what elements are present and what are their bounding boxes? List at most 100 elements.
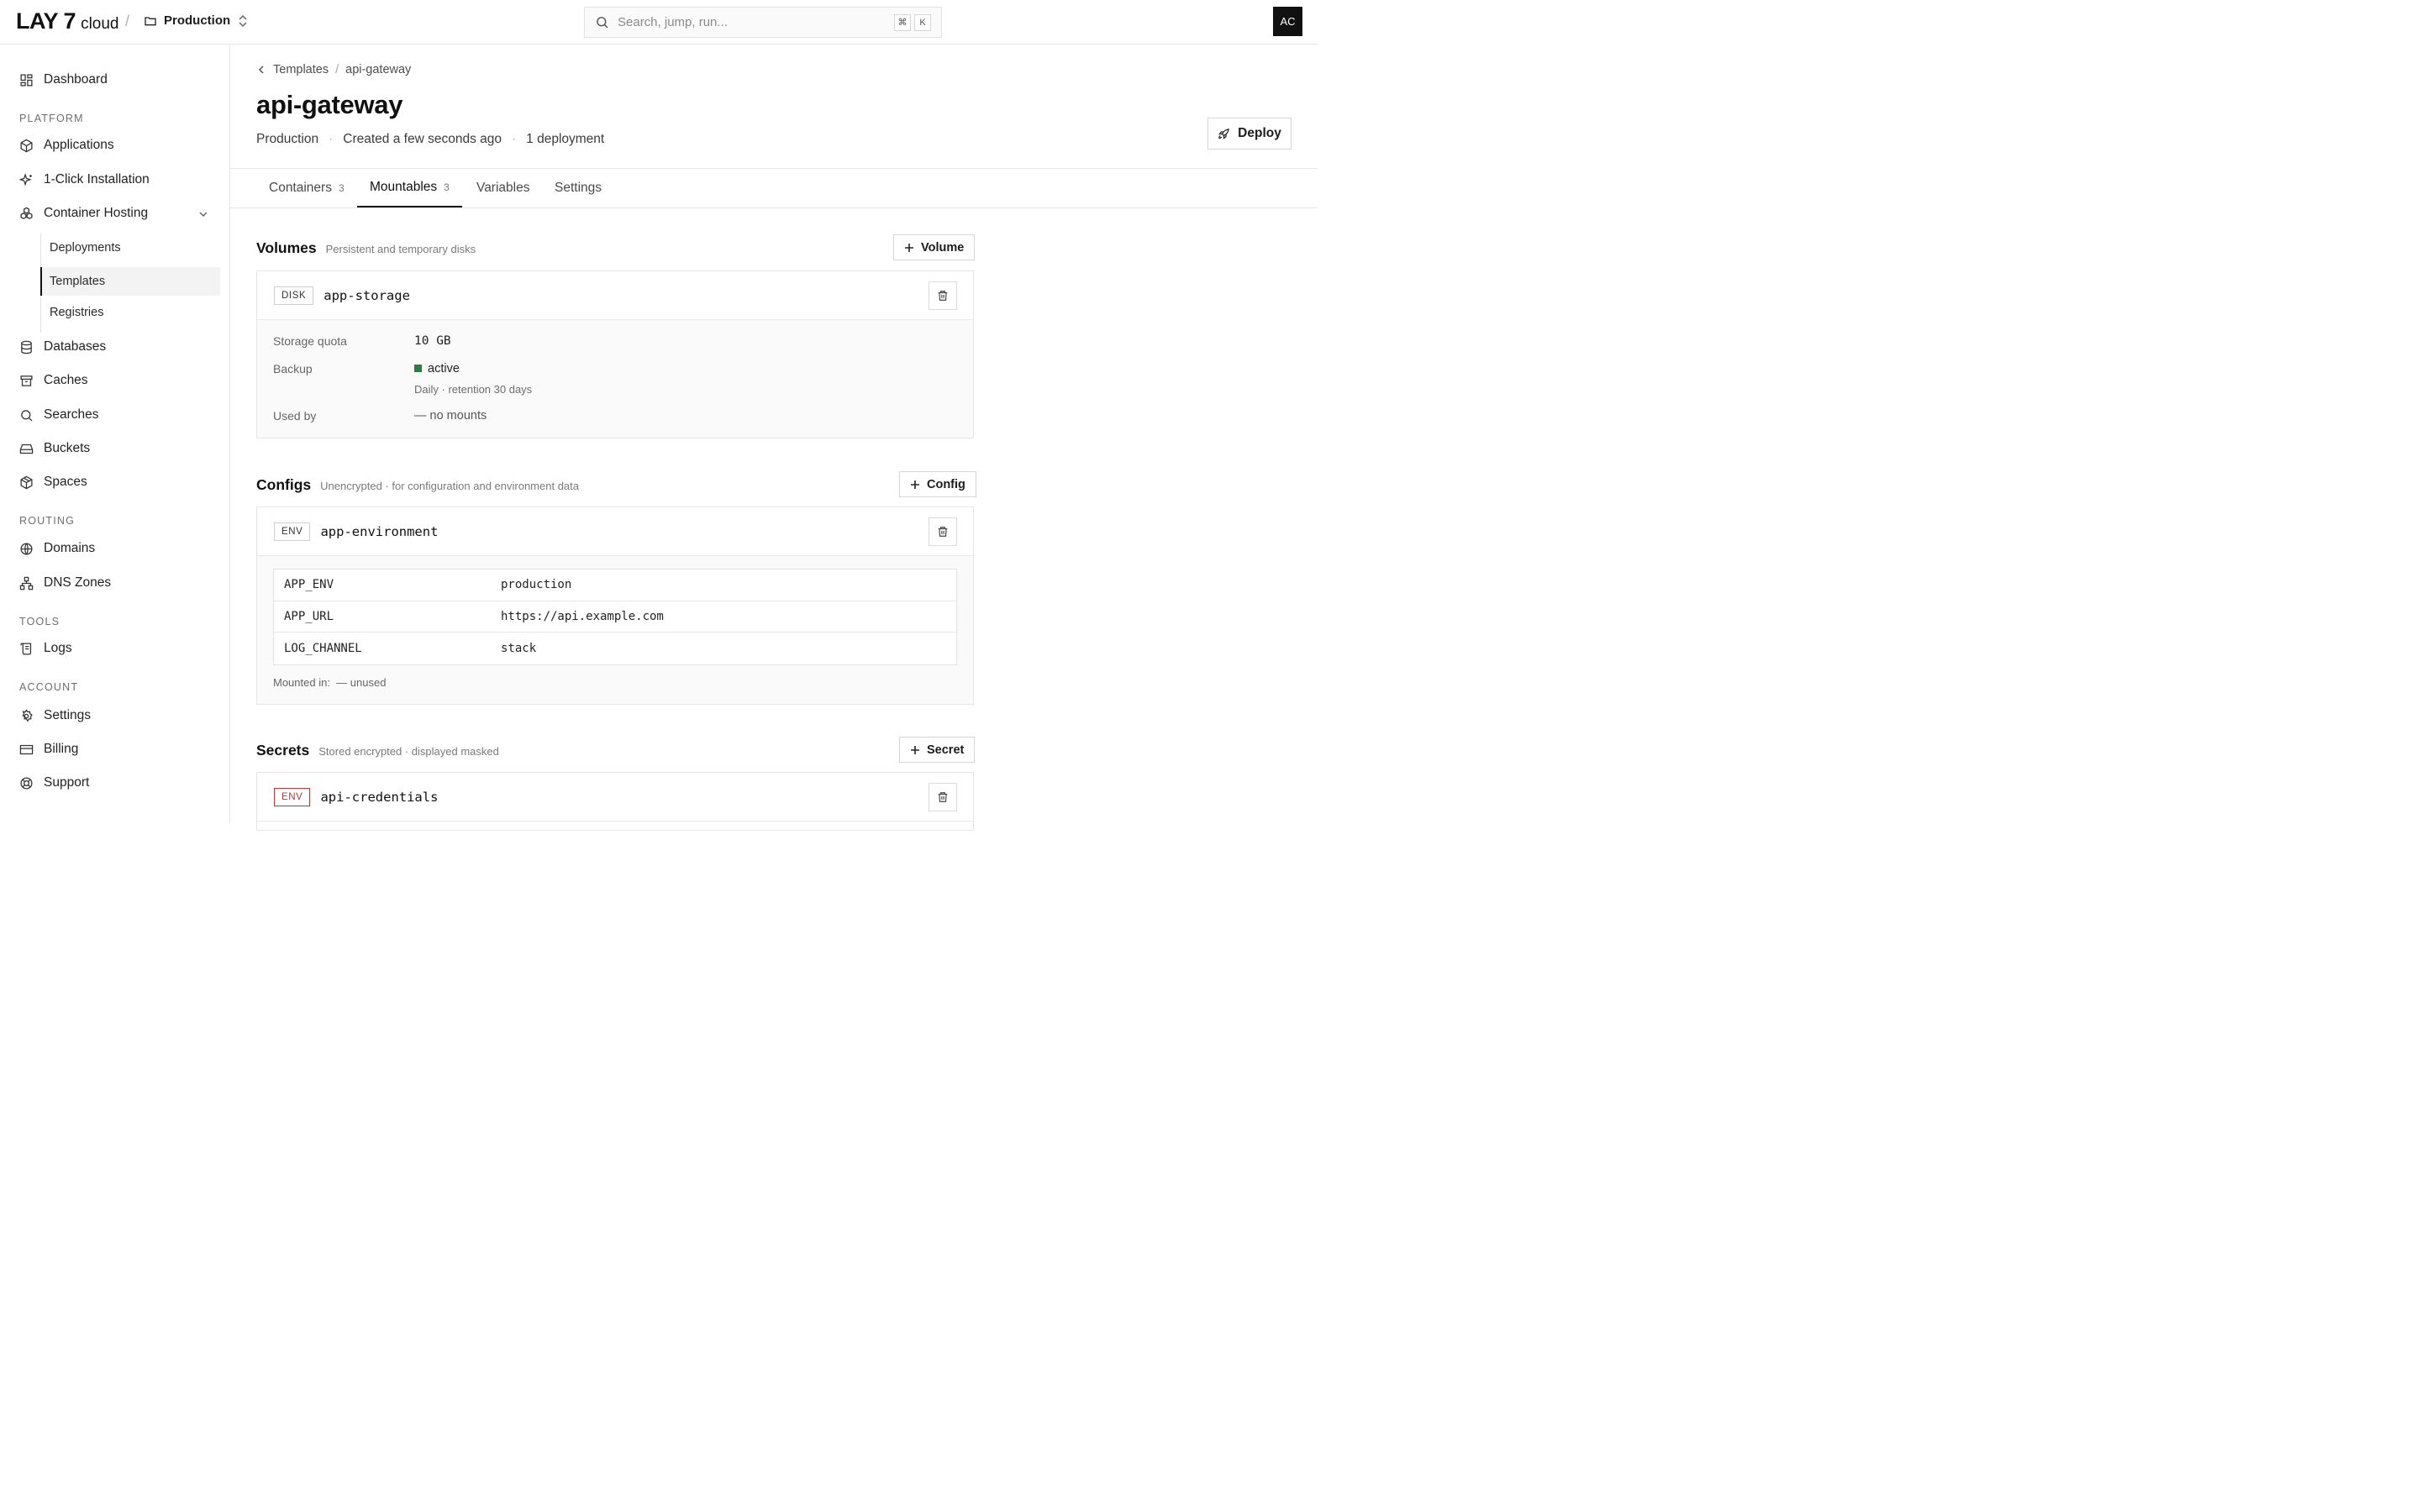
chevron-down-icon[interactable]: [198, 209, 208, 219]
sidebar-item-label: Applications: [44, 138, 114, 152]
delete-config-button[interactable]: [929, 517, 957, 546]
sidebar-item-dashboard[interactable]: Dashboard: [19, 72, 108, 87]
usedby-value: — no mounts: [414, 409, 487, 423]
configs-header: Configs Unencrypted · for configuration …: [256, 476, 579, 494]
section-title: Volumes: [256, 239, 317, 256]
config-card: ENV app-environment APP_ENV production A…: [256, 507, 974, 705]
trash-icon: [937, 526, 949, 538]
backup-status: active: [414, 362, 460, 375]
add-label: Volume: [921, 240, 965, 255]
sidebar-item-settings[interactable]: Settings: [19, 708, 91, 723]
sidebar-item-label: Dashboard: [44, 72, 108, 87]
logo-brand: LAY 7: [16, 8, 76, 34]
sidebar-item-label: Databases: [44, 339, 107, 354]
card-body: Storage quota 10 GB Backup active Daily …: [257, 320, 973, 438]
sidebar-subitem-templates[interactable]: Templates: [40, 267, 220, 296]
project-name: Production: [164, 13, 231, 28]
section-label-account: ACCOUNT: [19, 681, 79, 693]
section-title: Secrets: [256, 742, 310, 759]
rocket-icon: [1218, 128, 1230, 140]
deploy-button[interactable]: Deploy: [1207, 118, 1292, 150]
tab-settings[interactable]: Settings: [542, 169, 614, 207]
main-content: Templates / api-gateway api-gateway Prod…: [230, 45, 1318, 831]
sidebar-item-one-click[interactable]: 1-Click Installation: [19, 172, 150, 187]
add-label: Secret: [927, 743, 965, 757]
dashboard-icon: [19, 73, 34, 87]
avatar[interactable]: AC: [1273, 7, 1302, 36]
page-meta: Production · Created a few seconds ago ·…: [256, 132, 604, 147]
sidebar-item-caches[interactable]: Caches: [19, 373, 88, 388]
sidebar-item-container-hosting[interactable]: Container Hosting: [19, 206, 148, 221]
archive-icon: [19, 374, 34, 388]
life-buoy-icon: [19, 776, 34, 790]
sidebar-item-label: 1-Click Installation: [44, 172, 150, 186]
meta-deployments: 1 deployment: [526, 132, 605, 146]
section-label-tools: TOOLS: [19, 616, 60, 627]
sidebar-item-applications[interactable]: Applications: [19, 138, 114, 153]
sidebar-item-label: Buckets: [44, 441, 91, 455]
package-icon: [19, 475, 34, 490]
sidebar-item-logs[interactable]: Logs: [19, 641, 72, 656]
search-bar[interactable]: Search, jump, run... ⌘ K: [584, 7, 942, 38]
logo[interactable]: LAY 7 cloud: [16, 8, 118, 34]
plus-icon: [910, 745, 920, 755]
delete-volume-button[interactable]: [929, 281, 957, 310]
plus-icon: [910, 480, 920, 490]
sidebar: Dashboard PLATFORM Applications 1-Click …: [0, 45, 230, 823]
folder-icon: [144, 14, 157, 28]
top-bar: LAY 7 cloud / Production Search, jump, r…: [0, 0, 1318, 45]
sidebar-item-billing[interactable]: Billing: [19, 742, 78, 757]
page-title: api-gateway: [256, 90, 403, 119]
tab-label: Mountables: [370, 180, 438, 194]
delete-secret-button[interactable]: [929, 783, 957, 811]
backup-label: Backup: [273, 362, 313, 375]
breadcrumb-separator: /: [335, 63, 339, 76]
tab-variables[interactable]: Variables: [464, 169, 542, 207]
tabs-divider-bottom: [230, 207, 1318, 208]
card-header: ENV api-credentials: [257, 773, 973, 822]
sidebar-item-domains[interactable]: Domains: [19, 541, 95, 556]
sidebar-item-buckets[interactable]: Buckets: [19, 441, 90, 456]
secret-name: api-credentials: [320, 789, 439, 805]
storage-label: Storage quota: [273, 334, 347, 348]
kbd-k: K: [914, 13, 931, 31]
sidebar-item-label: Spaces: [44, 475, 87, 489]
env-key: APP_ENV: [284, 578, 334, 592]
tab-containers[interactable]: Containers 3: [256, 169, 357, 207]
hard-drive-icon: [19, 442, 34, 456]
meta-dot: ·: [329, 132, 334, 146]
secret-card: ENV api-credentials: [256, 772, 974, 831]
breadcrumb-templates[interactable]: Templates: [273, 63, 329, 76]
chevron-left-icon[interactable]: [256, 65, 266, 75]
tab-mountables[interactable]: Mountables 3: [357, 169, 462, 207]
sidebar-subitem-deployments[interactable]: Deployments: [40, 234, 220, 262]
backup-detail: Daily · retention 30 days: [414, 383, 533, 396]
scroll-icon: [19, 642, 34, 656]
sidebar-item-searches[interactable]: Searches: [19, 407, 98, 423]
add-secret-button[interactable]: Secret: [899, 737, 976, 763]
sidebar-item-label: Domains: [44, 541, 96, 555]
table-row: LOG_CHANNEL stack: [274, 633, 956, 664]
box-icon: [19, 139, 34, 153]
mounted-value: — unused: [336, 676, 387, 689]
sidebar-item-dns-zones[interactable]: DNS Zones: [19, 575, 111, 591]
sidebar-item-databases[interactable]: Databases: [19, 339, 106, 354]
tab-count: 3: [444, 181, 450, 193]
sidebar-subitem-registries[interactable]: Registries: [40, 298, 220, 327]
tab-label: Settings: [555, 181, 602, 195]
project-switcher[interactable]: Production: [144, 13, 249, 28]
tab-label: Containers: [269, 181, 332, 195]
sparkles-icon: [19, 172, 34, 187]
sidebar-item-support[interactable]: Support: [19, 775, 89, 790]
sidebar-item-label: Settings: [44, 708, 92, 722]
breadcrumb: Templates / api-gateway: [256, 63, 411, 76]
chevron-up-down-icon: [237, 14, 249, 28]
plus-icon: [904, 243, 914, 253]
meta-created: Created a few seconds ago: [343, 132, 502, 146]
add-volume-button[interactable]: Volume: [893, 234, 976, 260]
add-config-button[interactable]: Config: [899, 471, 976, 497]
config-name: app-environment: [320, 523, 439, 539]
secrets-header: Secrets Stored encrypted · displayed mas…: [256, 742, 499, 759]
sidebar-item-spaces[interactable]: Spaces: [19, 475, 87, 490]
sidebar-item-label: Logs: [44, 641, 72, 655]
